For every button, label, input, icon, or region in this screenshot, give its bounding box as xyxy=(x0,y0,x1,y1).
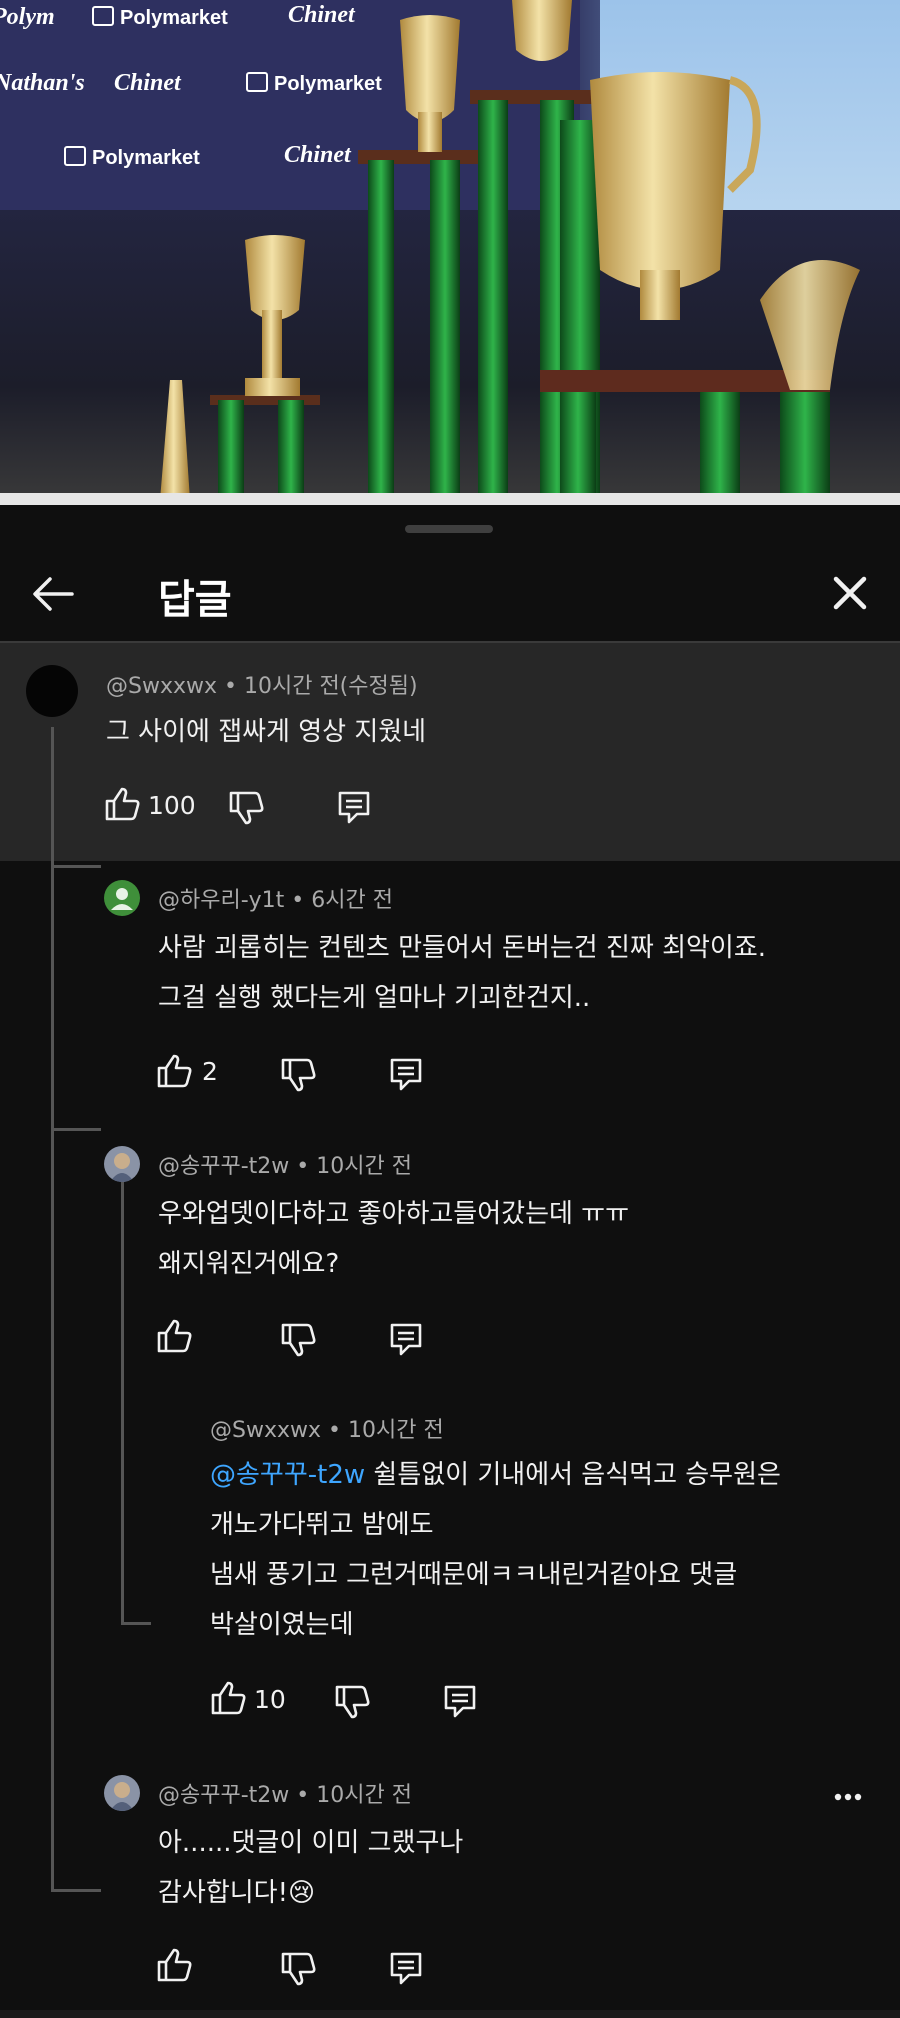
thumbs-up-icon xyxy=(157,1054,192,1088)
thumbs-down-icon xyxy=(281,1323,316,1357)
comment-meta: @송꾸꾸-t2w • 10시간 전 xyxy=(158,1148,412,1180)
reply-button[interactable] xyxy=(440,1681,480,1721)
trophies-image xyxy=(160,0,860,505)
comment-text: 아......댓글이 이미 그랬구나 감사합니다!😢 xyxy=(158,1828,464,1908)
replies-panel: 답글 @Swxxwx • 10시간 전(수정됨) 그 사이에 잽싸게 영상 지웠… xyxy=(0,505,900,2018)
avatar[interactable] xyxy=(104,880,140,916)
reply-button[interactable] xyxy=(386,1948,426,1988)
close-button[interactable] xyxy=(822,565,878,621)
comment-meta: @Swxxwx • 10시간 전 xyxy=(210,1412,444,1444)
like-button[interactable] xyxy=(154,1316,194,1356)
close-icon xyxy=(833,576,867,610)
comment-time: • 10시간 전 xyxy=(321,1418,444,1443)
arrow-left-icon xyxy=(33,577,74,611)
system-nav-bar xyxy=(0,2010,900,2018)
comment-icon xyxy=(444,1685,476,1718)
comment-text: 그 사이에 잽싸게 영상 지웠네 xyxy=(106,717,427,747)
comment-time: • 10시간 전 xyxy=(289,1154,412,1179)
video-bottom-edge xyxy=(0,493,900,505)
thread-connector xyxy=(51,1128,101,1131)
dislike-button[interactable] xyxy=(226,788,266,828)
dislike-button[interactable] xyxy=(278,1320,318,1360)
like-count: 2 xyxy=(202,1057,218,1086)
page-title: 답글 xyxy=(158,577,232,623)
drag-handle[interactable] xyxy=(405,525,493,533)
thumbs-up-icon xyxy=(211,1681,246,1715)
like-button[interactable] xyxy=(102,784,142,824)
more-icon xyxy=(834,1793,862,1801)
comment-text: 우와업뎃이다하고 좋아하고들어갔는데 ㅠㅠ 왜지워진거에요? xyxy=(158,1199,630,1279)
thread-connector xyxy=(121,1622,151,1625)
like-button[interactable] xyxy=(154,1945,194,1985)
thumbs-down-icon xyxy=(229,791,264,825)
comment-time: • 6시간 전 xyxy=(284,888,393,913)
avatar[interactable] xyxy=(26,665,78,717)
comment-time: • 10시간 전(수정됨) xyxy=(217,674,418,699)
comment-author[interactable]: @하우리-y1t xyxy=(158,888,284,913)
dislike-button[interactable] xyxy=(278,1055,318,1095)
more-options-button[interactable] xyxy=(828,1777,868,1817)
replies-header: 답글 xyxy=(0,533,900,643)
like-count: 100 xyxy=(148,791,196,820)
comment-text: 사람 괴롭히는 컨텐츠 만들어서 돈버는건 진짜 최악이죠. 그걸 실행 했다는… xyxy=(158,933,767,1013)
like-button[interactable] xyxy=(154,1051,194,1091)
like-count: 10 xyxy=(254,1685,286,1714)
comment-text: @송꾸꾸-t2w 쉴틈없이 기내에서 음식먹고 승무원은 개노가다뛰고 밤에도 … xyxy=(210,1460,781,1640)
thread-connector xyxy=(51,1889,101,1892)
reply-button[interactable] xyxy=(334,787,374,827)
user-photo-icon xyxy=(110,1153,134,1182)
comment-icon xyxy=(338,791,370,824)
video-player[interactable]: Polym Polymarket Chinet Nathan's Chinet … xyxy=(0,0,900,505)
comment-icon xyxy=(390,1952,422,1985)
dislike-button[interactable] xyxy=(332,1682,372,1722)
reply-button[interactable] xyxy=(386,1054,426,1094)
user-photo-icon xyxy=(110,1782,134,1811)
back-button[interactable] xyxy=(24,565,82,623)
comment-meta: @Swxxwx • 10시간 전(수정됨) xyxy=(106,668,418,700)
default-avatar-icon xyxy=(111,888,133,910)
thumbs-down-icon xyxy=(281,1952,316,1986)
thread-line xyxy=(51,727,54,1889)
avatar[interactable] xyxy=(104,1775,140,1811)
thread-line xyxy=(121,1172,124,1622)
comment-icon xyxy=(390,1058,422,1091)
reply-button[interactable] xyxy=(386,1319,426,1359)
avatar[interactable] xyxy=(104,1146,140,1182)
dislike-button[interactable] xyxy=(278,1949,318,1989)
thumbs-down-icon xyxy=(335,1685,370,1719)
comment-icon xyxy=(390,1323,422,1356)
comment-author[interactable]: @송꾸꾸-t2w xyxy=(158,1154,289,1179)
comment-meta: @송꾸꾸-t2w • 10시간 전 xyxy=(158,1777,412,1809)
comment-author[interactable]: @Swxxwx xyxy=(210,1418,321,1443)
thread-connector xyxy=(51,865,101,868)
comment-time: • 10시간 전 xyxy=(289,1783,412,1808)
comment-author[interactable]: @Swxxwx xyxy=(106,674,217,699)
thumbs-down-icon xyxy=(281,1058,316,1092)
thumbs-up-icon xyxy=(105,787,140,821)
comment-meta: @하우리-y1t • 6시간 전 xyxy=(158,882,393,914)
mention-link[interactable]: @송꾸꾸-t2w xyxy=(210,1460,365,1490)
thumbs-up-icon xyxy=(157,1948,192,1982)
comment-author[interactable]: @송꾸꾸-t2w xyxy=(158,1783,289,1808)
like-button[interactable] xyxy=(208,1678,248,1718)
thumbs-up-icon xyxy=(157,1319,192,1353)
